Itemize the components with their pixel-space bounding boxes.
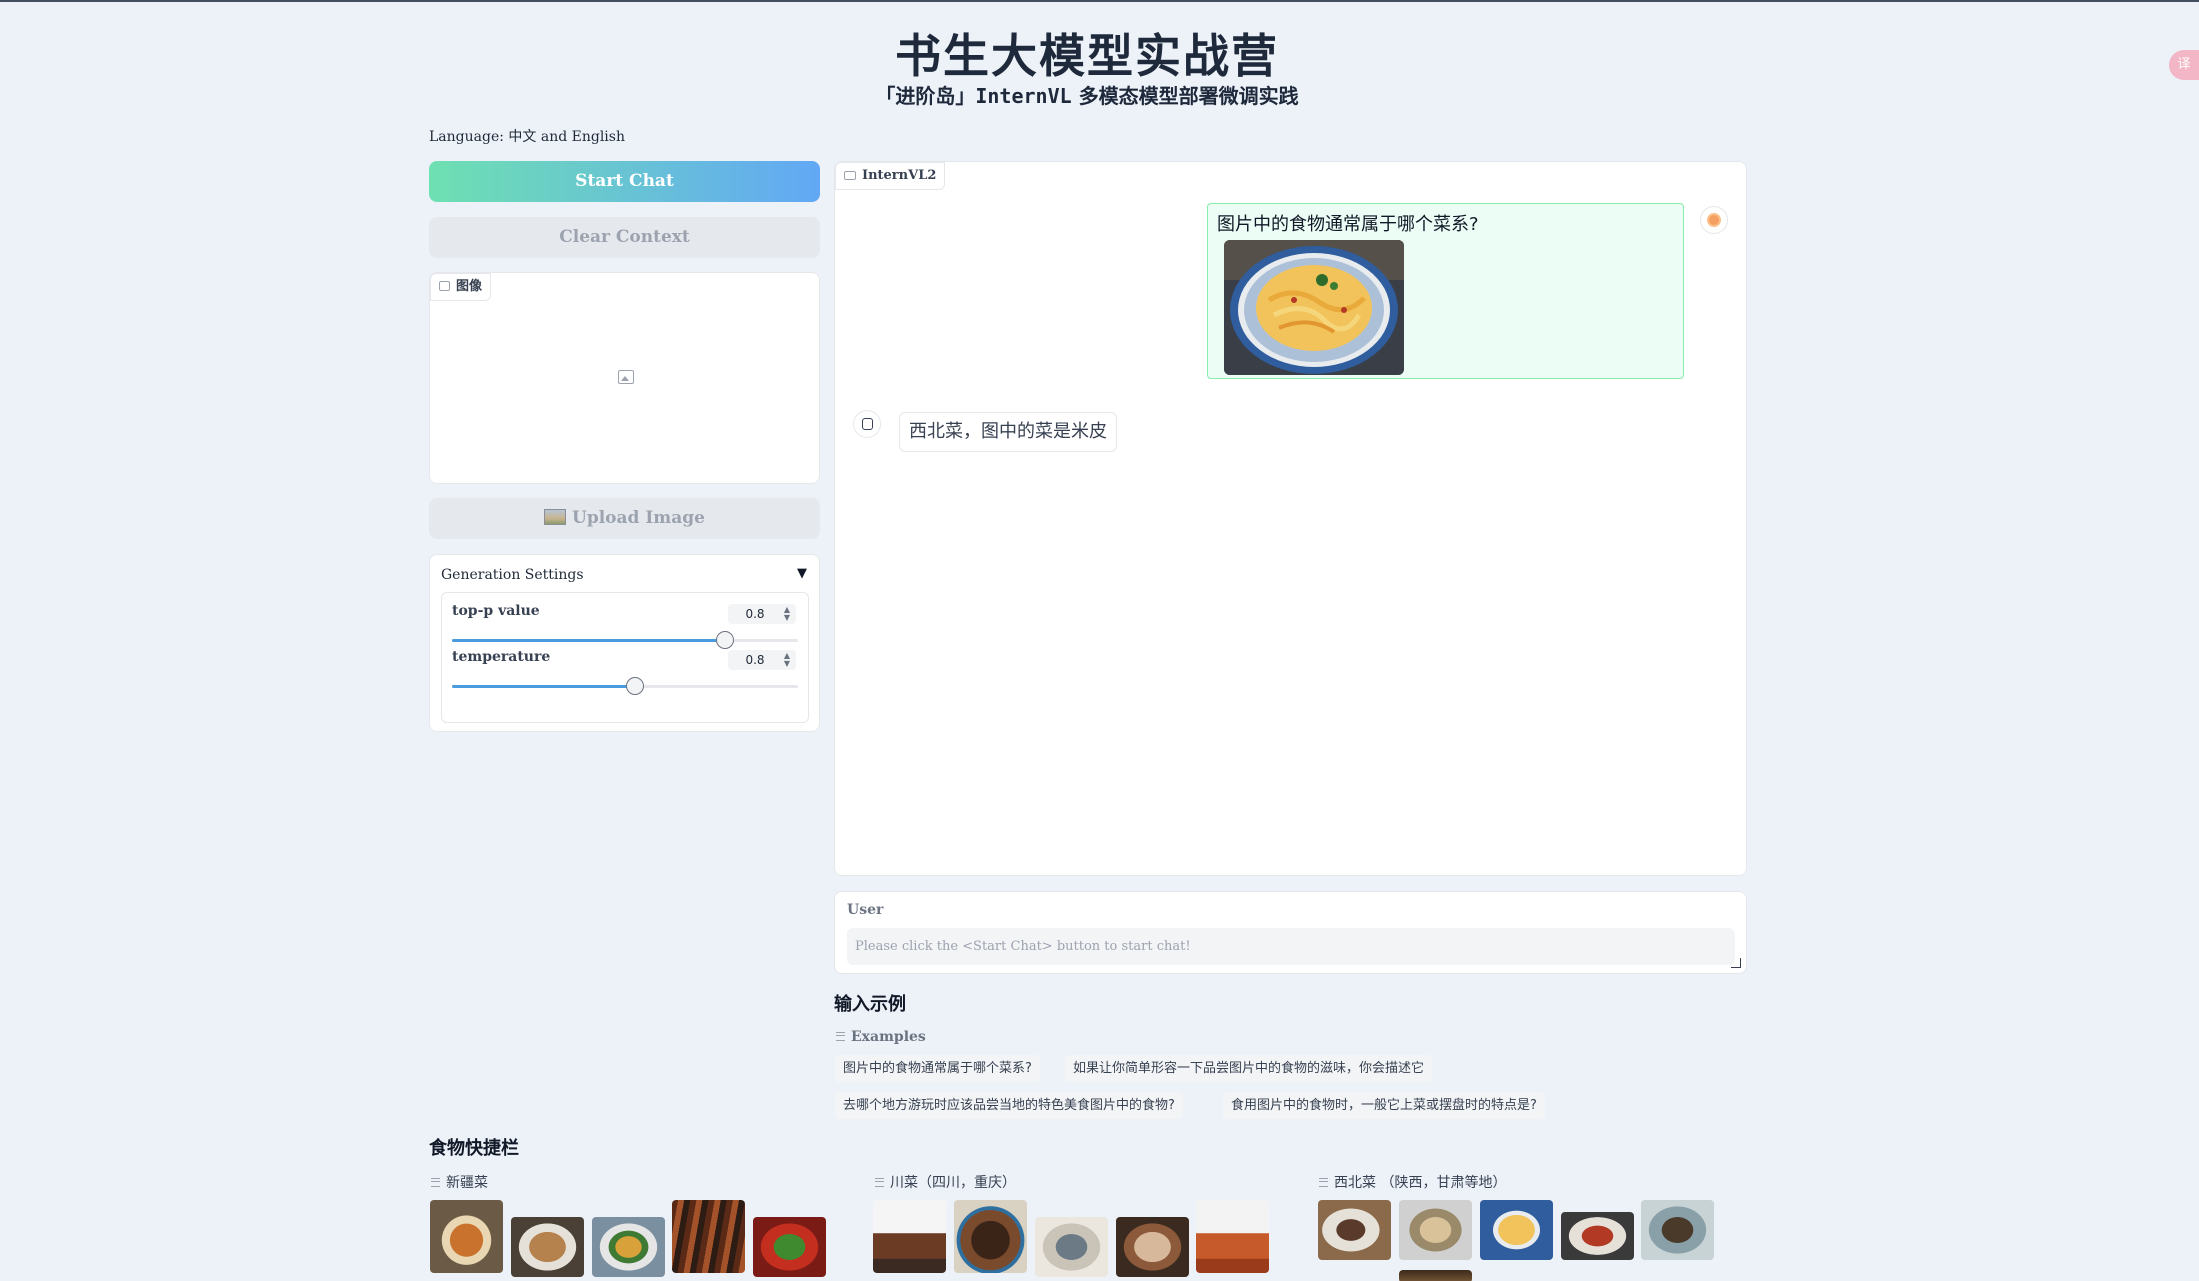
image-placeholder-icon bbox=[618, 370, 634, 384]
subtitle-prefix: 「进阶岛」 bbox=[875, 84, 976, 108]
food-thumbnail[interactable] bbox=[1116, 1217, 1189, 1277]
generation-settings-body: top-p value 0.8 ▲ ▼ temperature 0.8 ▲ ▼ bbox=[441, 592, 809, 723]
food-thumbnail[interactable] bbox=[753, 1217, 826, 1277]
food-thumbnail[interactable] bbox=[873, 1200, 946, 1273]
category-label-sichuan: 川菜（四川，重庆） bbox=[875, 1172, 1016, 1192]
example-chip[interactable]: 如果让你简单形容一下品尝图片中的食物的滋味，你会描述它 bbox=[1065, 1055, 1433, 1082]
food-thumbnail[interactable] bbox=[1196, 1200, 1269, 1273]
user-avatar-icon bbox=[1707, 213, 1721, 227]
list-icon bbox=[875, 1178, 884, 1187]
bot-avatar bbox=[853, 410, 881, 438]
food-thumbnail[interactable] bbox=[954, 1200, 1027, 1273]
picture-icon bbox=[544, 509, 566, 525]
category-label-northwest: 西北菜 （陕西，甘肃等地） bbox=[1319, 1172, 1506, 1192]
resize-handle-icon[interactable] bbox=[1731, 958, 1741, 968]
examples-label: Examples bbox=[836, 1029, 926, 1045]
user-message-text: 图片中的食物通常属于哪个菜系? bbox=[1217, 214, 1479, 235]
stepper-icon[interactable]: ▲ ▼ bbox=[784, 606, 790, 622]
subtitle-model-name: InternVL bbox=[975, 84, 1072, 108]
food-photo bbox=[1224, 240, 1404, 375]
food-shortcut-title: 食物快捷栏 bbox=[429, 1138, 519, 1159]
clear-context-button[interactable]: Clear Context bbox=[429, 217, 820, 258]
food-thumbnail[interactable] bbox=[430, 1200, 503, 1273]
top-p-value: 0.8 bbox=[745, 607, 765, 621]
upload-image-label: Upload Image bbox=[572, 508, 705, 528]
user-avatar bbox=[1700, 206, 1728, 234]
examples-label-text: Examples bbox=[851, 1029, 926, 1045]
category-label-text: 川菜（四川，重庆） bbox=[890, 1175, 1016, 1191]
chatbot-label-text: InternVL2 bbox=[862, 168, 937, 183]
examples-section-title: 输入示例 bbox=[834, 994, 906, 1015]
temperature-value: 0.8 bbox=[745, 653, 765, 667]
top-p-slider-thumb[interactable] bbox=[716, 631, 735, 649]
image-panel-label-text: 图像 bbox=[456, 279, 483, 294]
temperature-label: temperature bbox=[452, 649, 551, 665]
temperature-number-input[interactable]: 0.8 ▲ ▼ bbox=[728, 650, 796, 670]
list-icon bbox=[836, 1032, 845, 1041]
start-chat-button[interactable]: Start Chat bbox=[429, 161, 820, 202]
chatbot-panel: InternVL2 图片中的食物通常属于哪个菜系? 西北菜，图中的菜是米皮 bbox=[834, 161, 1747, 876]
image-panel-label: 图像 bbox=[430, 273, 492, 301]
food-thumbnail[interactable] bbox=[1399, 1200, 1472, 1260]
user-input-panel: User Please click the <Start Chat> butto… bbox=[834, 891, 1747, 974]
generation-settings-panel: Generation Settings ▼ top-p value 0.8 ▲ ▼ … bbox=[429, 554, 820, 732]
top-p-slider-fill bbox=[452, 639, 726, 642]
food-thumbnail[interactable] bbox=[1641, 1200, 1714, 1260]
example-chip[interactable]: 图片中的食物通常属于哪个菜系? bbox=[835, 1055, 1040, 1082]
food-thumbnail[interactable] bbox=[1399, 1270, 1472, 1281]
user-message-image[interactable] bbox=[1224, 240, 1404, 375]
food-thumbnail[interactable] bbox=[1480, 1200, 1553, 1260]
top-p-number-input[interactable]: 0.8 ▲ ▼ bbox=[728, 604, 796, 624]
food-thumbnail[interactable] bbox=[1318, 1200, 1391, 1260]
category-label-xinjiang: 新疆菜 bbox=[431, 1172, 488, 1192]
food-thumbnail[interactable] bbox=[672, 1200, 745, 1273]
top-p-label: top-p value bbox=[452, 603, 540, 619]
list-icon bbox=[1319, 1178, 1328, 1187]
user-input-textarea[interactable]: Please click the <Start Chat> button to … bbox=[847, 928, 1735, 965]
category-label-text: 新疆菜 bbox=[446, 1175, 488, 1191]
example-chip[interactable]: 去哪个地方游玩时应该品尝当地的特色美食图片中的食物? bbox=[835, 1092, 1183, 1119]
generation-settings-title[interactable]: Generation Settings bbox=[441, 567, 584, 583]
translate-icon[interactable]: 译 bbox=[2169, 50, 2199, 80]
temperature-slider-thumb[interactable] bbox=[626, 677, 645, 695]
stepper-icon[interactable]: ▲ ▼ bbox=[784, 652, 790, 668]
list-icon bbox=[431, 1178, 440, 1187]
chat-icon bbox=[844, 171, 856, 180]
food-thumbnail[interactable] bbox=[1561, 1212, 1634, 1260]
robot-icon bbox=[862, 418, 873, 430]
page-subtitle: 「进阶岛」InternVL 多模态模型部署微调实践 bbox=[0, 80, 2174, 109]
top-p-slider[interactable] bbox=[452, 631, 798, 649]
upload-image-button[interactable]: Upload Image bbox=[429, 498, 820, 539]
temperature-slider-fill bbox=[452, 685, 636, 688]
temperature-slider[interactable] bbox=[452, 677, 798, 695]
language-label: Language: 中文 and English bbox=[429, 129, 625, 145]
example-chip[interactable]: 食用图片中的食物时，一般它上菜或摆盘时的特点是? bbox=[1223, 1092, 1545, 1119]
food-thumbnail[interactable] bbox=[511, 1217, 584, 1277]
collapse-caret-icon[interactable]: ▼ bbox=[797, 566, 807, 581]
food-thumbnail[interactable] bbox=[1035, 1217, 1108, 1277]
chatbot-label: InternVL2 bbox=[835, 162, 946, 190]
bot-message-bubble: 西北菜，图中的菜是米皮 bbox=[899, 412, 1117, 452]
food-thumbnail[interactable] bbox=[592, 1217, 665, 1277]
subtitle-suffix: 多模态模型部署微调实践 bbox=[1071, 84, 1299, 108]
user-input-label: User bbox=[847, 902, 884, 918]
page-title: 书生大模型实战营 bbox=[895, 29, 1279, 83]
image-icon bbox=[439, 281, 450, 291]
category-label-text: 西北菜 （陕西，甘肃等地） bbox=[1334, 1175, 1507, 1191]
image-upload-panel[interactable]: 图像 bbox=[429, 272, 820, 484]
user-message-bubble: 图片中的食物通常属于哪个菜系? bbox=[1207, 203, 1684, 379]
